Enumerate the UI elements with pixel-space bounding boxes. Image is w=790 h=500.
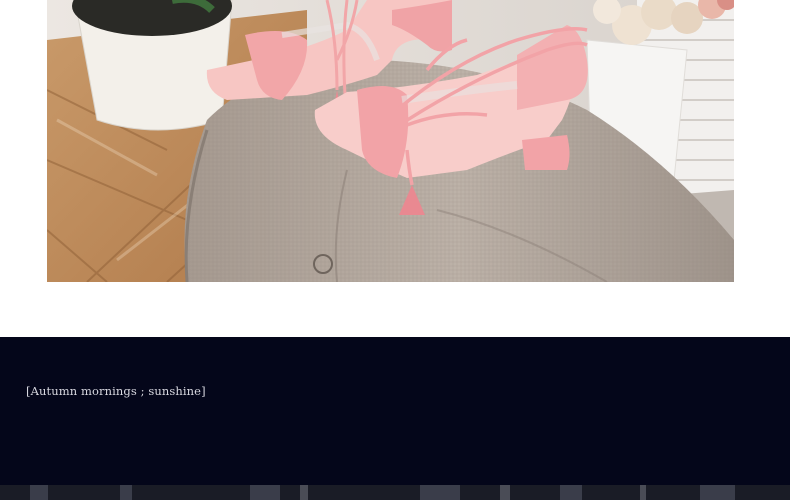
product-photo: [47, 0, 734, 282]
banner-caption: [Autumn mornings ; sunshine]: [26, 384, 206, 398]
next-photo-strip: [0, 485, 790, 500]
caption-banner: [0, 337, 790, 485]
